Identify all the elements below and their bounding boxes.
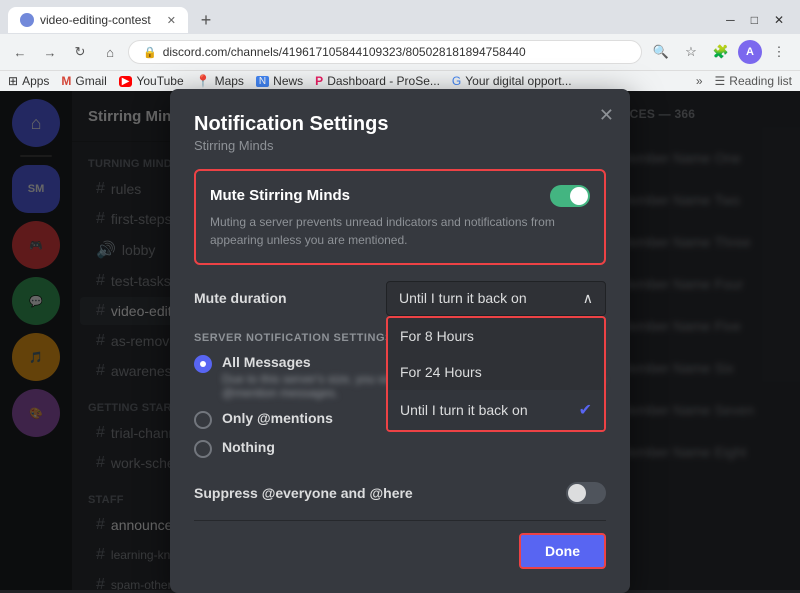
bookmarks-more-button[interactable]: » — [696, 74, 703, 88]
toggle-knob — [568, 484, 586, 502]
dashboard-icon: P — [315, 74, 323, 88]
dropdown-option-24h[interactable]: For 24 Hours — [388, 354, 604, 390]
home-button[interactable]: ⌂ — [98, 40, 122, 64]
option-label: For 24 Hours — [400, 364, 482, 380]
radio-label: Nothing — [222, 439, 275, 455]
notification-modal: Notification Settings Stirring Minds ✕ M… — [170, 89, 630, 593]
radio-option-content: Nothing — [222, 439, 275, 455]
mute-toggle[interactable] — [550, 185, 590, 207]
modal-overlay: Notification Settings Stirring Minds ✕ M… — [0, 91, 800, 590]
option-label: Until I turn it back on — [400, 402, 528, 418]
address-bar[interactable]: 🔒 discord.com/channels/41961710584410932… — [128, 40, 642, 64]
mute-duration-dropdown[interactable]: Until I turn it back on ∧ For 8 Hours Fo… — [386, 281, 606, 316]
modal-subtitle: Stirring Minds — [194, 138, 606, 153]
youtube-label: YouTube — [136, 74, 183, 88]
radio-option-content: Only @mentions — [222, 410, 333, 426]
bookmark-dashboard[interactable]: P Dashboard - ProSe... — [315, 74, 440, 88]
maps-icon: 📍 — [196, 74, 211, 88]
tab-favicon — [20, 13, 34, 27]
discord-app: ⌂ SM 🎮 💬 🎵 🎨 Stirring Minds ✕ TURNING MI… — [0, 91, 800, 590]
search-button[interactable]: 🔍 — [648, 39, 674, 65]
reading-list-label: Reading list — [729, 74, 792, 88]
suppress-row: Suppress @everyone and @here — [194, 470, 606, 504]
apps-icon: ⊞ — [8, 74, 18, 88]
back-button[interactable]: ← — [8, 40, 32, 64]
option-label: For 8 Hours — [400, 328, 474, 344]
close-button[interactable]: ✕ — [774, 13, 784, 27]
dropdown-selected[interactable]: Until I turn it back on ∧ — [386, 281, 606, 316]
forward-button[interactable]: → — [38, 40, 62, 64]
radio-circle-nothing — [194, 440, 212, 458]
browser-titlebar: video-editing-contest ✕ + ─ □ ✕ — [0, 0, 800, 34]
radio-label: Only @mentions — [222, 410, 333, 426]
suppress-label: Suppress @everyone and @here — [194, 485, 413, 501]
gmail-label: Gmail — [75, 74, 106, 88]
radio-circle-all — [194, 355, 212, 373]
bookmark-gmail[interactable]: M Gmail — [61, 74, 106, 88]
window-controls: ─ □ ✕ — [726, 13, 792, 27]
profile-button[interactable]: A — [738, 40, 762, 64]
bookmark-news[interactable]: N News — [256, 74, 303, 88]
dropdown-menu: For 8 Hours For 24 Hours Until I turn it… — [386, 316, 606, 432]
digital-icon: G — [452, 74, 461, 88]
menu-button[interactable]: ⋮ — [766, 39, 792, 65]
reading-list-icon: ☰ — [715, 74, 726, 88]
bookmark-digital[interactable]: G Your digital opport... — [452, 74, 572, 88]
mute-duration-label: Mute duration — [194, 290, 287, 306]
toolbar-icons: 🔍 ☆ 🧩 A ⋮ — [648, 39, 792, 65]
toggle-knob — [570, 187, 588, 205]
bookmark-maps[interactable]: 📍 Maps — [196, 74, 244, 88]
url-text: discord.com/channels/419617105844109323/… — [163, 45, 526, 59]
chevron-up-icon: ∧ — [583, 290, 593, 307]
apps-label: Apps — [22, 74, 49, 88]
dropdown-option-until[interactable]: Until I turn it back on ✔ — [388, 390, 604, 430]
modal-footer: Done — [194, 520, 606, 569]
digital-label: Your digital opport... — [465, 74, 571, 88]
browser-tab[interactable]: video-editing-contest ✕ — [8, 7, 188, 33]
tab-title: video-editing-contest — [40, 13, 151, 27]
minimize-button[interactable]: ─ — [726, 13, 735, 27]
browser-chrome: video-editing-contest ✕ + ─ □ ✕ ← → ↻ ⌂ … — [0, 0, 800, 91]
news-icon: N — [256, 76, 269, 87]
check-icon: ✔ — [579, 400, 592, 420]
maps-label: Maps — [215, 74, 244, 88]
dropdown-option-8h[interactable]: For 8 Hours — [388, 318, 604, 354]
reading-list-button[interactable]: ☰ Reading list — [715, 74, 792, 88]
bookmarks-bar: ⊞ Apps M Gmail ▶ YouTube 📍 Maps N News P… — [0, 70, 800, 91]
dashboard-label: Dashboard - ProSe... — [327, 74, 440, 88]
bookmark-youtube[interactable]: ▶ YouTube — [119, 74, 184, 88]
reload-button[interactable]: ↻ — [68, 40, 92, 64]
gmail-icon: M — [61, 74, 71, 88]
bookmark-apps[interactable]: ⊞ Apps — [8, 74, 49, 88]
new-tab-button[interactable]: + — [192, 6, 220, 34]
modal-close-button[interactable]: ✕ — [599, 105, 614, 126]
mute-section: Mute Stirring Minds Muting a server prev… — [194, 169, 606, 265]
mute-title: Mute Stirring Minds — [210, 187, 350, 204]
mute-description: Muting a server prevents unread indicato… — [210, 213, 590, 249]
news-label: News — [273, 74, 303, 88]
modal-title: Notification Settings — [194, 113, 606, 136]
browser-toolbar: ← → ↻ ⌂ 🔒 discord.com/channels/419617105… — [0, 34, 800, 70]
star-button[interactable]: ☆ — [678, 39, 704, 65]
youtube-icon: ▶ — [119, 76, 133, 87]
mute-header: Mute Stirring Minds — [210, 185, 590, 207]
dropdown-selected-text: Until I turn it back on — [399, 290, 527, 306]
tab-close-button[interactable]: ✕ — [167, 14, 176, 27]
mute-duration-row: Mute duration Until I turn it back on ∧ … — [194, 281, 606, 316]
extensions-button[interactable]: 🧩 — [708, 39, 734, 65]
suppress-toggle[interactable] — [566, 482, 606, 504]
radio-circle-mentions — [194, 411, 212, 429]
maximize-button[interactable]: □ — [751, 13, 758, 27]
done-button[interactable]: Done — [519, 533, 606, 569]
radio-option-nothing[interactable]: Nothing — [194, 439, 606, 458]
lock-icon: 🔒 — [143, 46, 157, 59]
